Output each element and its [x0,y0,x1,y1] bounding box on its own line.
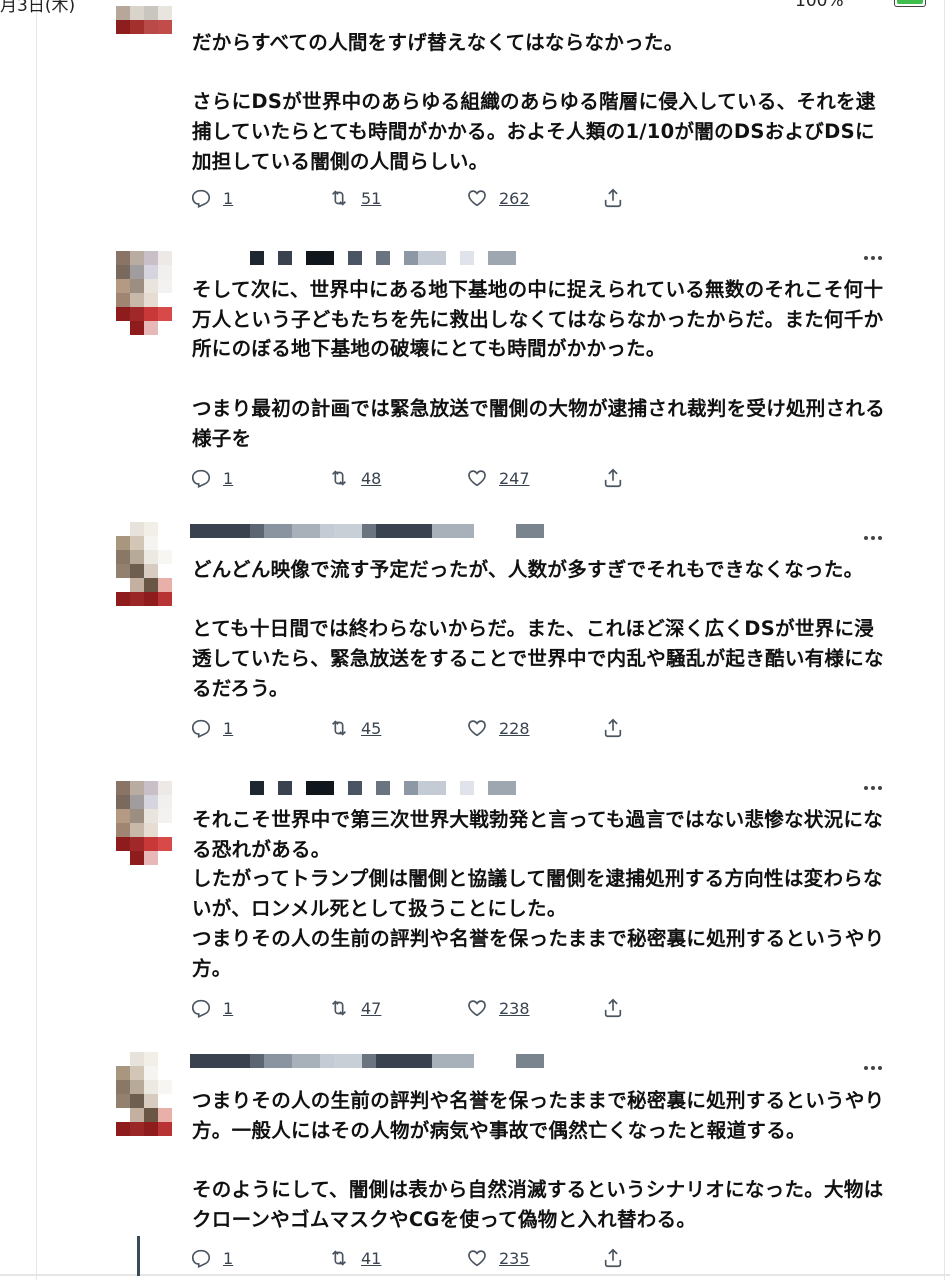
avatar[interactable] [116,6,172,34]
like-button[interactable]: 228 [466,715,530,741]
share-button[interactable] [602,715,624,741]
like-button[interactable]: 247 [466,465,530,491]
reply-count: 1 [223,468,234,488]
retweet-button[interactable]: 48 [328,465,381,491]
share-icon [604,188,622,208]
share-icon [604,998,622,1018]
heart-icon [468,720,486,737]
like-count: 235 [499,1248,530,1268]
retweet-icon [331,720,347,736]
heart-icon [468,190,486,207]
reply-icon [191,189,211,209]
like-count: 228 [499,718,530,738]
tweet-text: それこそ世界中で第三次世界大戦勃発と言っても過言ではない悲惨な状況になる恐れがあ… [192,808,885,980]
reply-icon [191,469,211,489]
avatar[interactable] [116,522,172,606]
retweet-count: 47 [361,998,382,1018]
retweet-count: 51 [361,188,382,208]
heart-icon [468,1000,486,1017]
retweet-icon [331,190,347,206]
reply-button[interactable]: 1 [190,715,233,741]
retweet-icon [331,1250,347,1266]
retweet-button[interactable]: 47 [328,995,381,1021]
retweet-count: 41 [361,1248,382,1268]
tweet-actions: 1 48 247 [190,465,640,491]
heart-icon [468,1250,486,1267]
avatar[interactable] [116,251,172,335]
tweet-text: どんどん映像で流す予定だったが、人数が多すぎでそれもできなくなった。 とても十日… [192,558,884,700]
thread-connector-line [137,1236,140,1276]
timeline-right-border [944,0,945,1280]
reply-button[interactable]: 1 [190,465,233,491]
tweet-actions: 1 51 262 [190,185,640,211]
tweet-text: つまりその人の生前の評判や名誉を保ったままで秘密裏に処刑するというやり方。一般人… [192,1089,885,1231]
like-count: 247 [499,468,530,488]
share-button[interactable] [602,995,624,1021]
reply-button[interactable]: 1 [190,1245,233,1271]
retweet-icon [331,1000,347,1016]
share-icon [604,718,622,738]
tweet-actions: 1 47 238 [190,995,640,1021]
retweet-count: 48 [361,468,382,488]
tweet-text: だからすべての人間をすげ替えなくてはならなかった。 さらにDSが世界中のあらゆる… [192,31,876,173]
like-button[interactable]: 235 [466,1245,530,1271]
reply-icon [191,1249,211,1269]
reply-count: 1 [223,718,234,738]
reply-button[interactable]: 1 [190,995,233,1021]
reply-count: 1 [223,998,234,1018]
reply-button[interactable]: 1 [190,185,233,211]
retweet-count: 45 [361,718,382,738]
status-bar-time: 月3日(木) [0,0,76,16]
timeline-bottom-border [0,1274,950,1276]
like-count: 262 [499,188,530,208]
author-name-redacted [190,251,516,265]
share-icon [604,468,622,488]
battery-icon [894,0,926,7]
author-name-redacted [190,781,516,795]
like-count: 238 [499,998,530,1018]
like-button[interactable]: 238 [466,995,530,1021]
tweet-text: そして次に、世界中にある地下基地の中に捉えられている無数のそれこそ何十万人という… [192,278,886,450]
more-options-icon[interactable] [864,254,886,262]
more-options-icon[interactable] [864,784,886,792]
share-button[interactable] [602,465,624,491]
more-options-icon[interactable] [864,534,886,542]
like-button[interactable]: 262 [466,185,530,211]
retweet-button[interactable]: 45 [328,715,381,741]
heart-icon [468,470,486,487]
status-bar-battery-text: 100% [795,0,844,11]
avatar[interactable] [116,1052,172,1136]
tweet-actions: 1 45 228 [190,715,640,741]
share-icon [604,1248,622,1268]
author-name-redacted [190,524,544,538]
reply-count: 1 [223,188,234,208]
tweet-actions: 1 41 235 [190,1245,640,1271]
reply-count: 1 [223,1248,234,1268]
retweet-button[interactable]: 51 [328,185,381,211]
share-button[interactable] [602,185,624,211]
retweet-icon [331,470,347,486]
more-options-icon[interactable] [864,1064,886,1072]
timeline-left-border [36,0,37,1280]
reply-icon [191,719,211,739]
share-button[interactable] [602,1245,624,1271]
author-name-redacted [190,1054,544,1068]
reply-icon [191,999,211,1019]
retweet-button[interactable]: 41 [328,1245,381,1271]
status-bar-notch-dots: ••• [450,0,481,6]
avatar[interactable] [116,781,172,865]
